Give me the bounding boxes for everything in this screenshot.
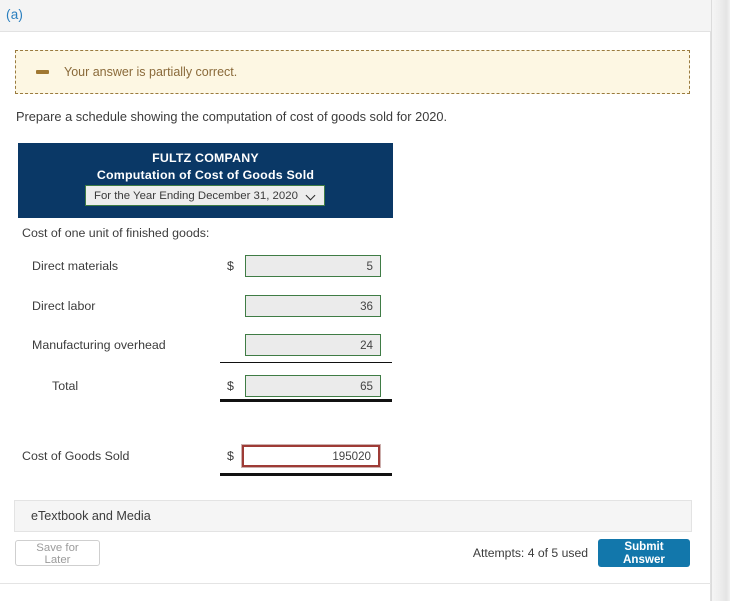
period-select[interactable]: For the Year Ending December 31, 2020 xyxy=(85,185,325,206)
cost-of-goods-sold-input[interactable] xyxy=(241,444,381,468)
part-band: (a) xyxy=(0,0,711,32)
total-input[interactable] xyxy=(245,375,381,397)
total-rule xyxy=(220,399,392,402)
chevron-down-icon xyxy=(307,191,317,201)
question-card: (a) Your answer is partially correct. Pr… xyxy=(0,0,711,601)
row-label: Total xyxy=(52,379,79,393)
statement-header: FULTZ COMPANY Computation of Cost of Goo… xyxy=(18,143,393,218)
instruction-text: Prepare a schedule showing the computati… xyxy=(16,109,448,124)
table-row-total: Total $ xyxy=(0,373,711,399)
currency-symbol: $ xyxy=(227,449,234,463)
partial-correct-alert: Your answer is partially correct. xyxy=(15,50,690,94)
company-name: FULTZ COMPANY xyxy=(152,151,259,165)
row-label: Direct materials xyxy=(32,259,119,273)
subtotal-rule xyxy=(220,362,392,363)
alert-message: Your answer is partially correct. xyxy=(64,65,238,79)
manufacturing-overhead-input[interactable] xyxy=(245,334,381,356)
submit-answer-button[interactable]: Submit Answer xyxy=(598,539,690,567)
etextbook-label: eTextbook and Media xyxy=(31,509,151,523)
direct-materials-input[interactable] xyxy=(245,255,381,277)
vertical-scrollbar[interactable] xyxy=(711,0,730,601)
save-for-later-button[interactable]: Save for Later xyxy=(15,540,100,566)
table-row-manufacturing-overhead: Manufacturing overhead xyxy=(0,332,711,358)
table-row-direct-materials: Direct materials $ xyxy=(0,253,711,279)
row-label: Cost of Goods Sold xyxy=(22,449,130,463)
row-label: Direct labor xyxy=(32,299,96,313)
currency-symbol: $ xyxy=(227,379,234,393)
section-heading: Cost of one unit of finished goods: xyxy=(22,226,210,240)
part-label: (a) xyxy=(6,7,24,22)
table-row-direct-labor: Direct labor xyxy=(0,293,711,319)
minus-icon xyxy=(36,70,49,74)
period-select-value: For the Year Ending December 31, 2020 xyxy=(94,189,298,202)
footer-divider xyxy=(0,583,711,584)
attempts-status: Attempts: 4 of 5 used xyxy=(472,546,588,560)
page-root: (a) Your answer is partially correct. Pr… xyxy=(0,0,730,601)
etextbook-and-media-bar[interactable]: eTextbook and Media xyxy=(14,500,692,532)
direct-labor-input[interactable] xyxy=(245,295,381,317)
table-row-cost-of-goods-sold: Cost of Goods Sold $ xyxy=(0,443,711,469)
statement-title: Computation of Cost of Goods Sold xyxy=(96,168,315,182)
row-label: Manufacturing overhead xyxy=(32,338,166,352)
cogs-rule xyxy=(220,473,392,476)
currency-symbol: $ xyxy=(227,259,234,273)
